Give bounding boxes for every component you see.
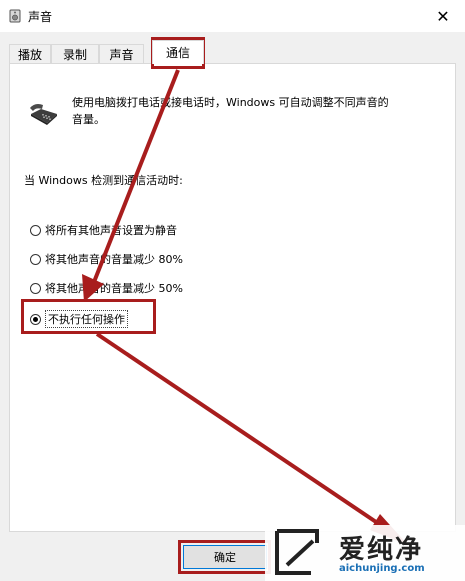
radio-button-selected[interactable] [30, 313, 41, 325]
watermark: 爱纯净 aichunjing.com [265, 525, 465, 581]
when-label: 当 Windows 检测到通信活动时: [24, 174, 183, 187]
sound-dialog: 声音 ✕ 播放 录制 声音 通信 使用电脑拨打电话或接电话时，Windows 可… [0, 0, 465, 581]
radio-button[interactable] [30, 253, 41, 265]
window-title: 声音 [28, 10, 53, 24]
close-button[interactable]: ✕ [421, 0, 465, 32]
option-mute-all[interactable]: 将所有其他声音设置为静音 [30, 222, 177, 238]
option-label: 不执行任何操作 [45, 310, 128, 328]
option-label: 将其他声音的音量减少 50% [45, 282, 183, 295]
ok-button[interactable]: 确定 [183, 545, 267, 569]
tab-sounds[interactable]: 声音 [99, 44, 144, 63]
description-text: 使用电脑拨打电话或接电话时，Windows 可自动调整不同声音的音量。 [72, 96, 389, 126]
watermark-url: aichunjing.com [339, 563, 425, 574]
telephone-icon [30, 104, 57, 125]
option-do-nothing[interactable]: 不执行任何操作 [30, 310, 128, 328]
watermark-logo-icon [275, 529, 319, 575]
tab-playback[interactable]: 播放 [9, 44, 51, 63]
communications-panel: 使用电脑拨打电话或接电话时，Windows 可自动调整不同声音的音量。 当 Wi… [9, 63, 456, 532]
close-icon: ✕ [436, 6, 450, 26]
radio-button[interactable] [30, 224, 41, 236]
option-reduce-50[interactable]: 将其他声音的音量减少 50% [30, 280, 183, 296]
tab-communications[interactable]: 通信 [152, 40, 204, 64]
option-label: 将所有其他声音设置为静音 [45, 224, 177, 237]
option-label: 将其他声音的音量减少 80% [45, 253, 183, 266]
option-reduce-80[interactable]: 将其他声音的音量减少 80% [30, 251, 183, 267]
speaker-icon [9, 9, 21, 23]
watermark-title: 爱纯净 [339, 535, 424, 565]
tab-recording[interactable]: 录制 [51, 44, 99, 63]
radio-button[interactable] [30, 282, 41, 294]
title-bar: 声音 ✕ [0, 0, 465, 32]
